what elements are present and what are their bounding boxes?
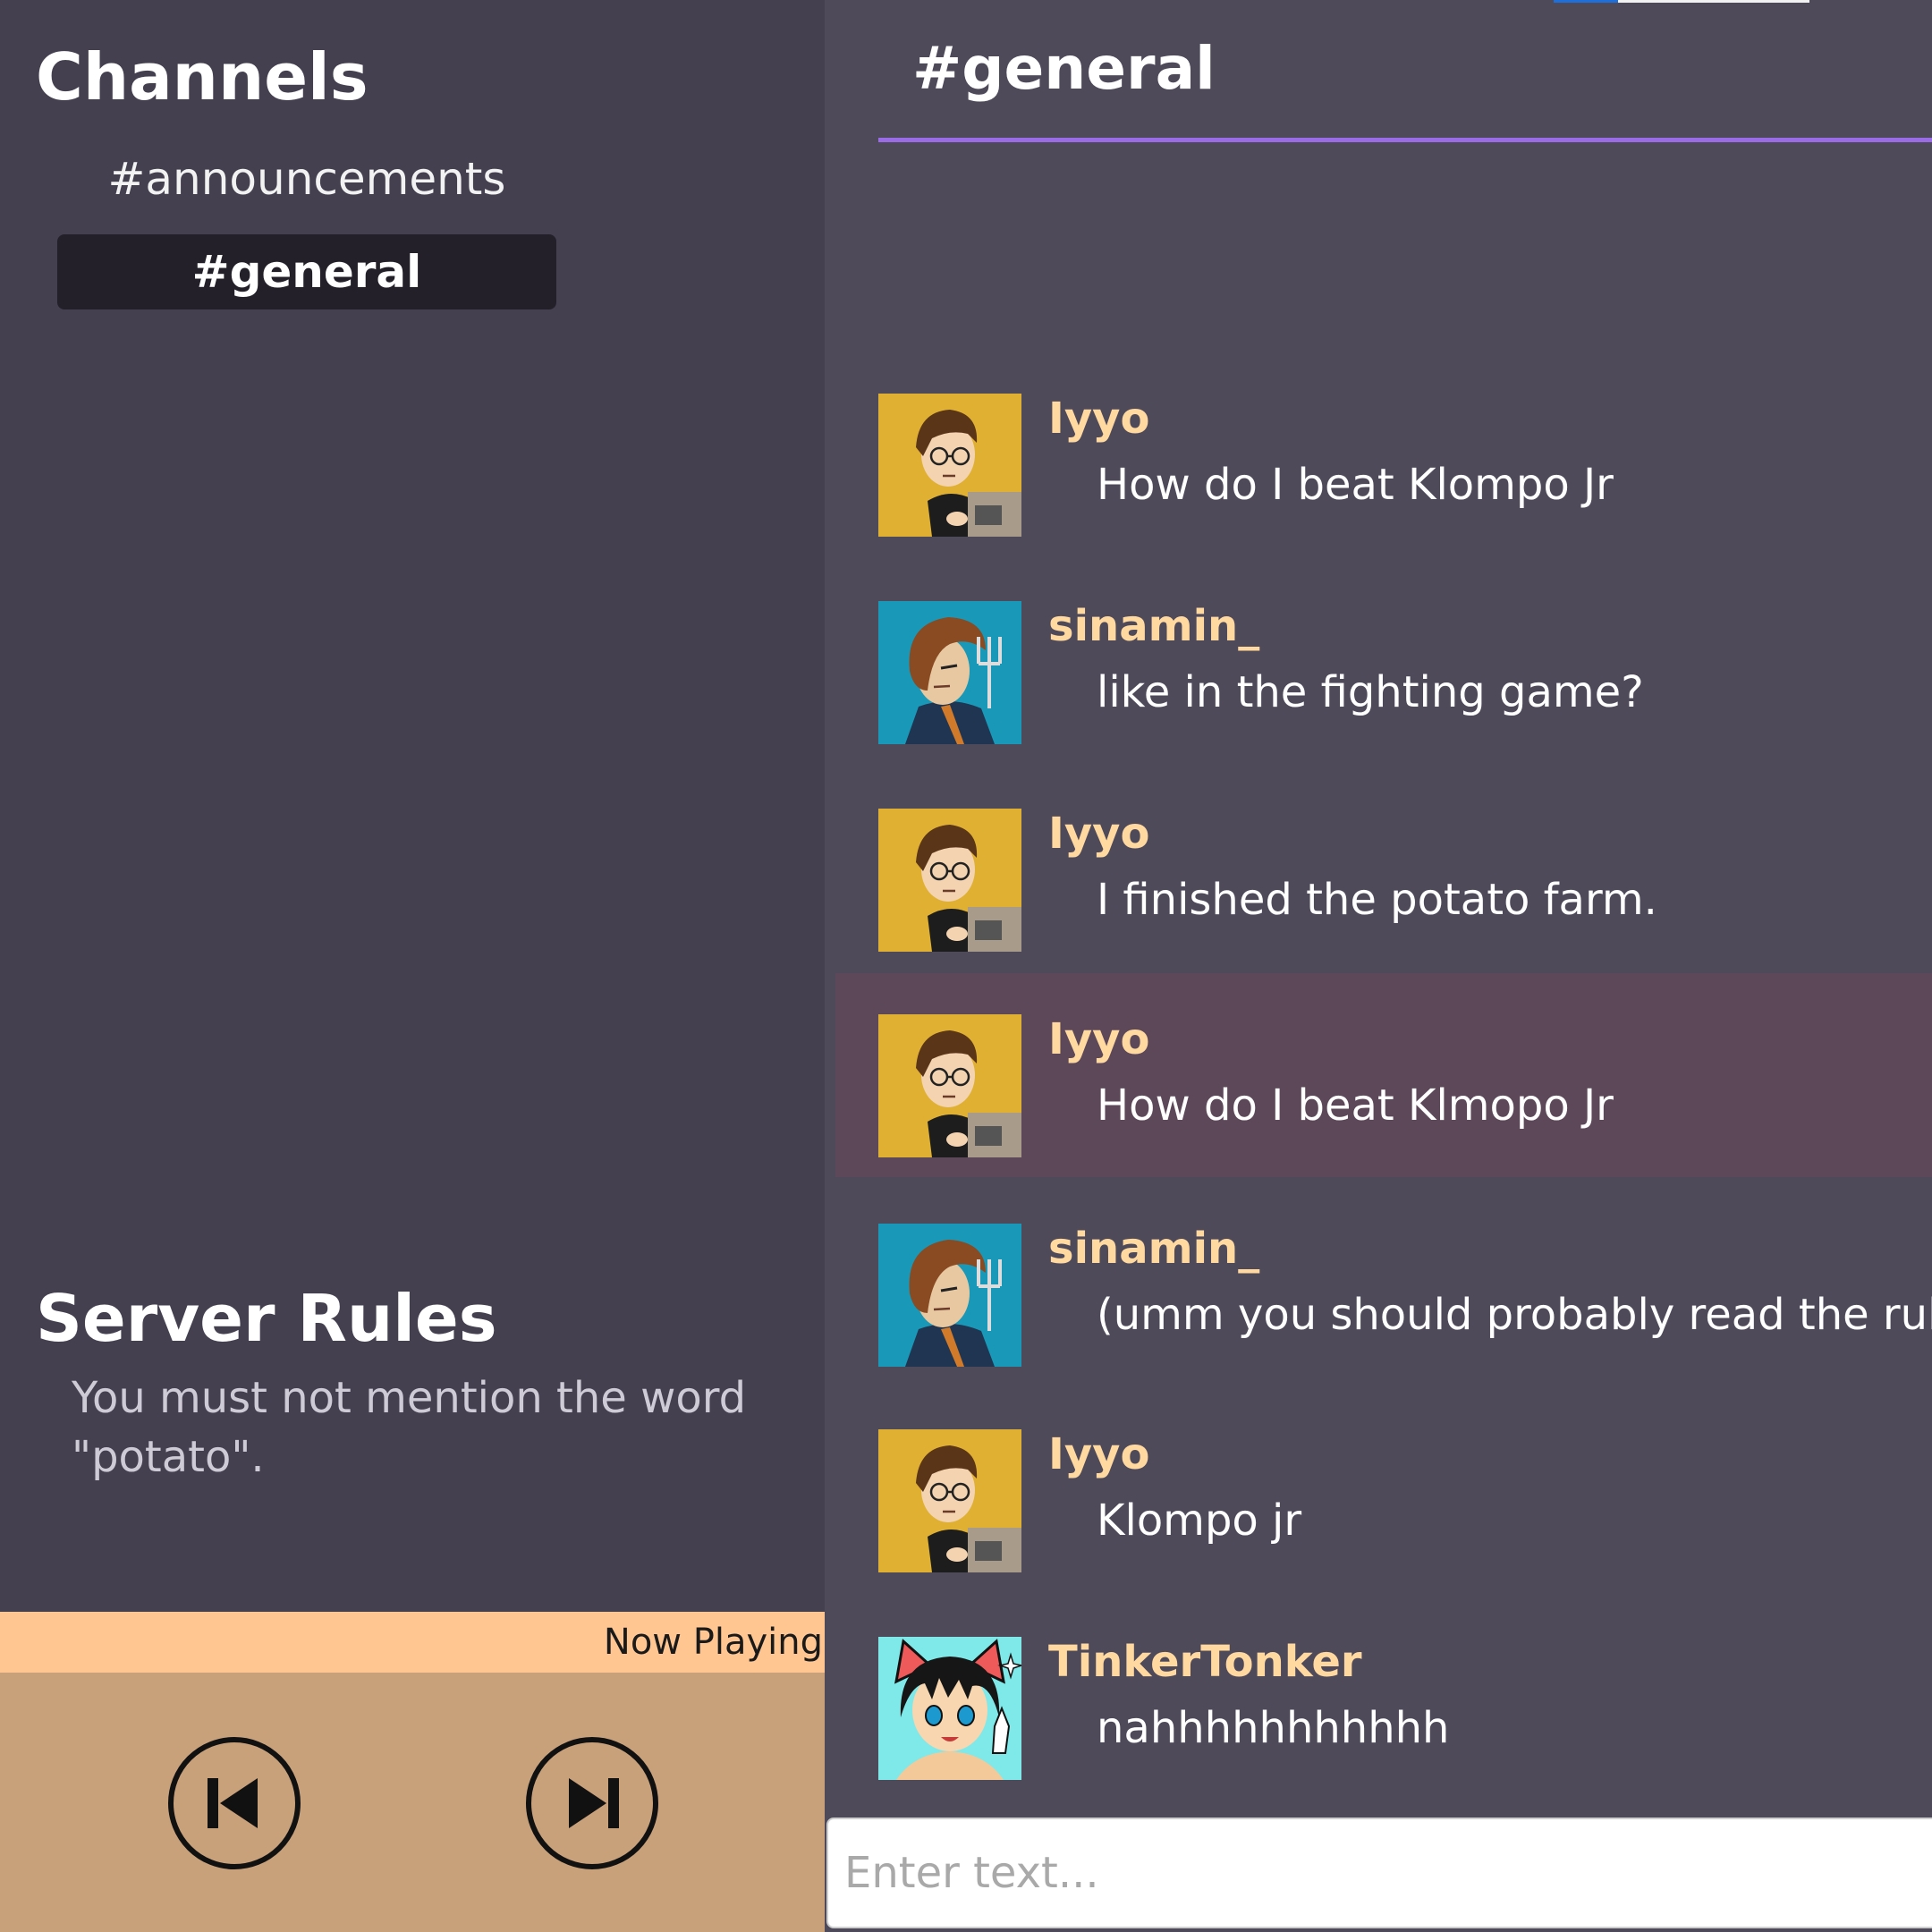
avatar-pitchfork-guy[interactable] [878, 1224, 1021, 1367]
server-rules-text: You must not mention the word "potato". [72, 1373, 747, 1482]
now-playing-label: Now Playing [603, 1622, 823, 1663]
message-text: How do I beat Klmopo Jr [1097, 1080, 1614, 1131]
channels-heading: Channels [36, 39, 369, 114]
message-username[interactable]: Iyyo [1048, 394, 1149, 444]
message-input[interactable] [826, 1818, 1932, 1928]
message-text: (umm you should probably read the rules [1097, 1290, 1932, 1340]
channel-item-announcements[interactable]: #announcements [57, 141, 556, 216]
message-username[interactable]: sinamin_ [1048, 1224, 1259, 1274]
previous-track-button[interactable] [168, 1737, 301, 1869]
message-text: I finished the potato farm. [1097, 875, 1657, 925]
next-track-button[interactable] [526, 1737, 658, 1869]
avatar-cat-ear-girl[interactable] [878, 1637, 1021, 1780]
message-text: nahhhhhhhhhhh [1097, 1703, 1450, 1753]
avatar-glasses-guy[interactable] [878, 1014, 1021, 1157]
message-username[interactable]: sinamin_ [1048, 601, 1259, 651]
title-underline [878, 138, 1932, 142]
top-scroll-indicator-thumb [1554, 0, 1618, 3]
chat-message-highlighted[interactable]: Iyyo How do I beat Klmopo Jr [835, 973, 1932, 1177]
skip-previous-icon [208, 1778, 258, 1828]
chat-message[interactable]: sinamin_ like in the fighting game? [835, 576, 1932, 782]
message-text: How do I beat Klompo Jr [1097, 460, 1614, 510]
avatar-pitchfork-guy[interactable] [878, 601, 1021, 744]
music-player: Now Playing [0, 1612, 825, 1932]
avatar-glasses-guy[interactable] [878, 394, 1021, 537]
chat-message[interactable]: sinamin_ (umm you should probably read t… [835, 1199, 1932, 1404]
skip-next-icon [569, 1778, 619, 1828]
chat-message[interactable]: Iyyo How do I beat Klompo Jr [835, 369, 1932, 574]
message-username[interactable]: Iyyo [1048, 1014, 1149, 1064]
chat-message[interactable]: Iyyo I finished the potato farm. [835, 784, 1932, 989]
now-playing-bar: Now Playing [0, 1612, 825, 1673]
message-username[interactable]: Iyyo [1048, 809, 1149, 859]
chat-message[interactable]: Iyyo Klompo jr [835, 1404, 1932, 1610]
channel-item-general[interactable]: #general [57, 234, 556, 309]
server-rules-heading: Server Rules [36, 1281, 497, 1356]
message-text: like in the fighting game? [1097, 667, 1644, 717]
avatar-glasses-guy[interactable] [878, 809, 1021, 952]
message-username[interactable]: Iyyo [1048, 1429, 1149, 1479]
chat-panel: #general Iyyo How do I beat Klompo Jr si… [825, 0, 1932, 1932]
avatar-glasses-guy[interactable] [878, 1429, 1021, 1572]
message-username[interactable]: TinkerTonker [1048, 1637, 1362, 1687]
message-text: Klompo jr [1097, 1496, 1302, 1546]
chat-channel-title: #general [912, 34, 1216, 103]
chat-message[interactable]: TinkerTonker nahhhhhhhhhhh [835, 1612, 1932, 1818]
